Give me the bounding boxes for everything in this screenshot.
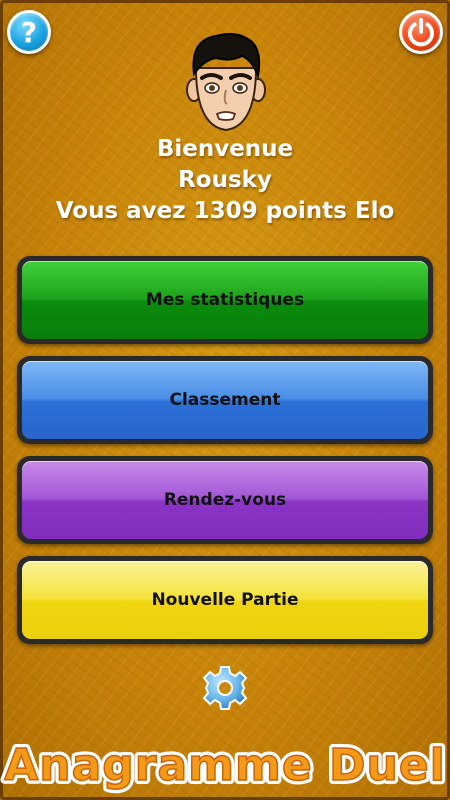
appointment-label: Rendez-vous [22,461,428,539]
question-mark-icon: ? [21,16,37,49]
ranking-button[interactable]: Classement [17,356,433,444]
new-game-label: Nouvelle Partie [22,561,428,639]
settings-gear-icon[interactable] [202,665,248,711]
user-avatar [186,33,266,132]
svg-text:?: ? [21,16,37,49]
help-button[interactable]: ? [7,10,51,54]
appointment-button[interactable]: Rendez-vous [17,456,433,544]
my-statistics-button[interactable]: Mes statistiques [17,256,433,344]
app-title: Anagramme Duel [4,740,446,791]
welcome-greeting: Bienvenue [156,136,294,162]
power-icon [408,18,434,47]
app-title-banner: Anagramme Duel Anagramme Duel [0,732,450,796]
elo-points-text: Vous avez 1309 points Elo [55,198,395,224]
my-statistics-label: Mes statistiques [22,261,428,339]
power-button[interactable] [399,10,443,54]
ranking-label: Classement [22,361,428,439]
player-name: Rousky [178,167,272,193]
new-game-button[interactable]: Nouvelle Partie [17,556,433,644]
